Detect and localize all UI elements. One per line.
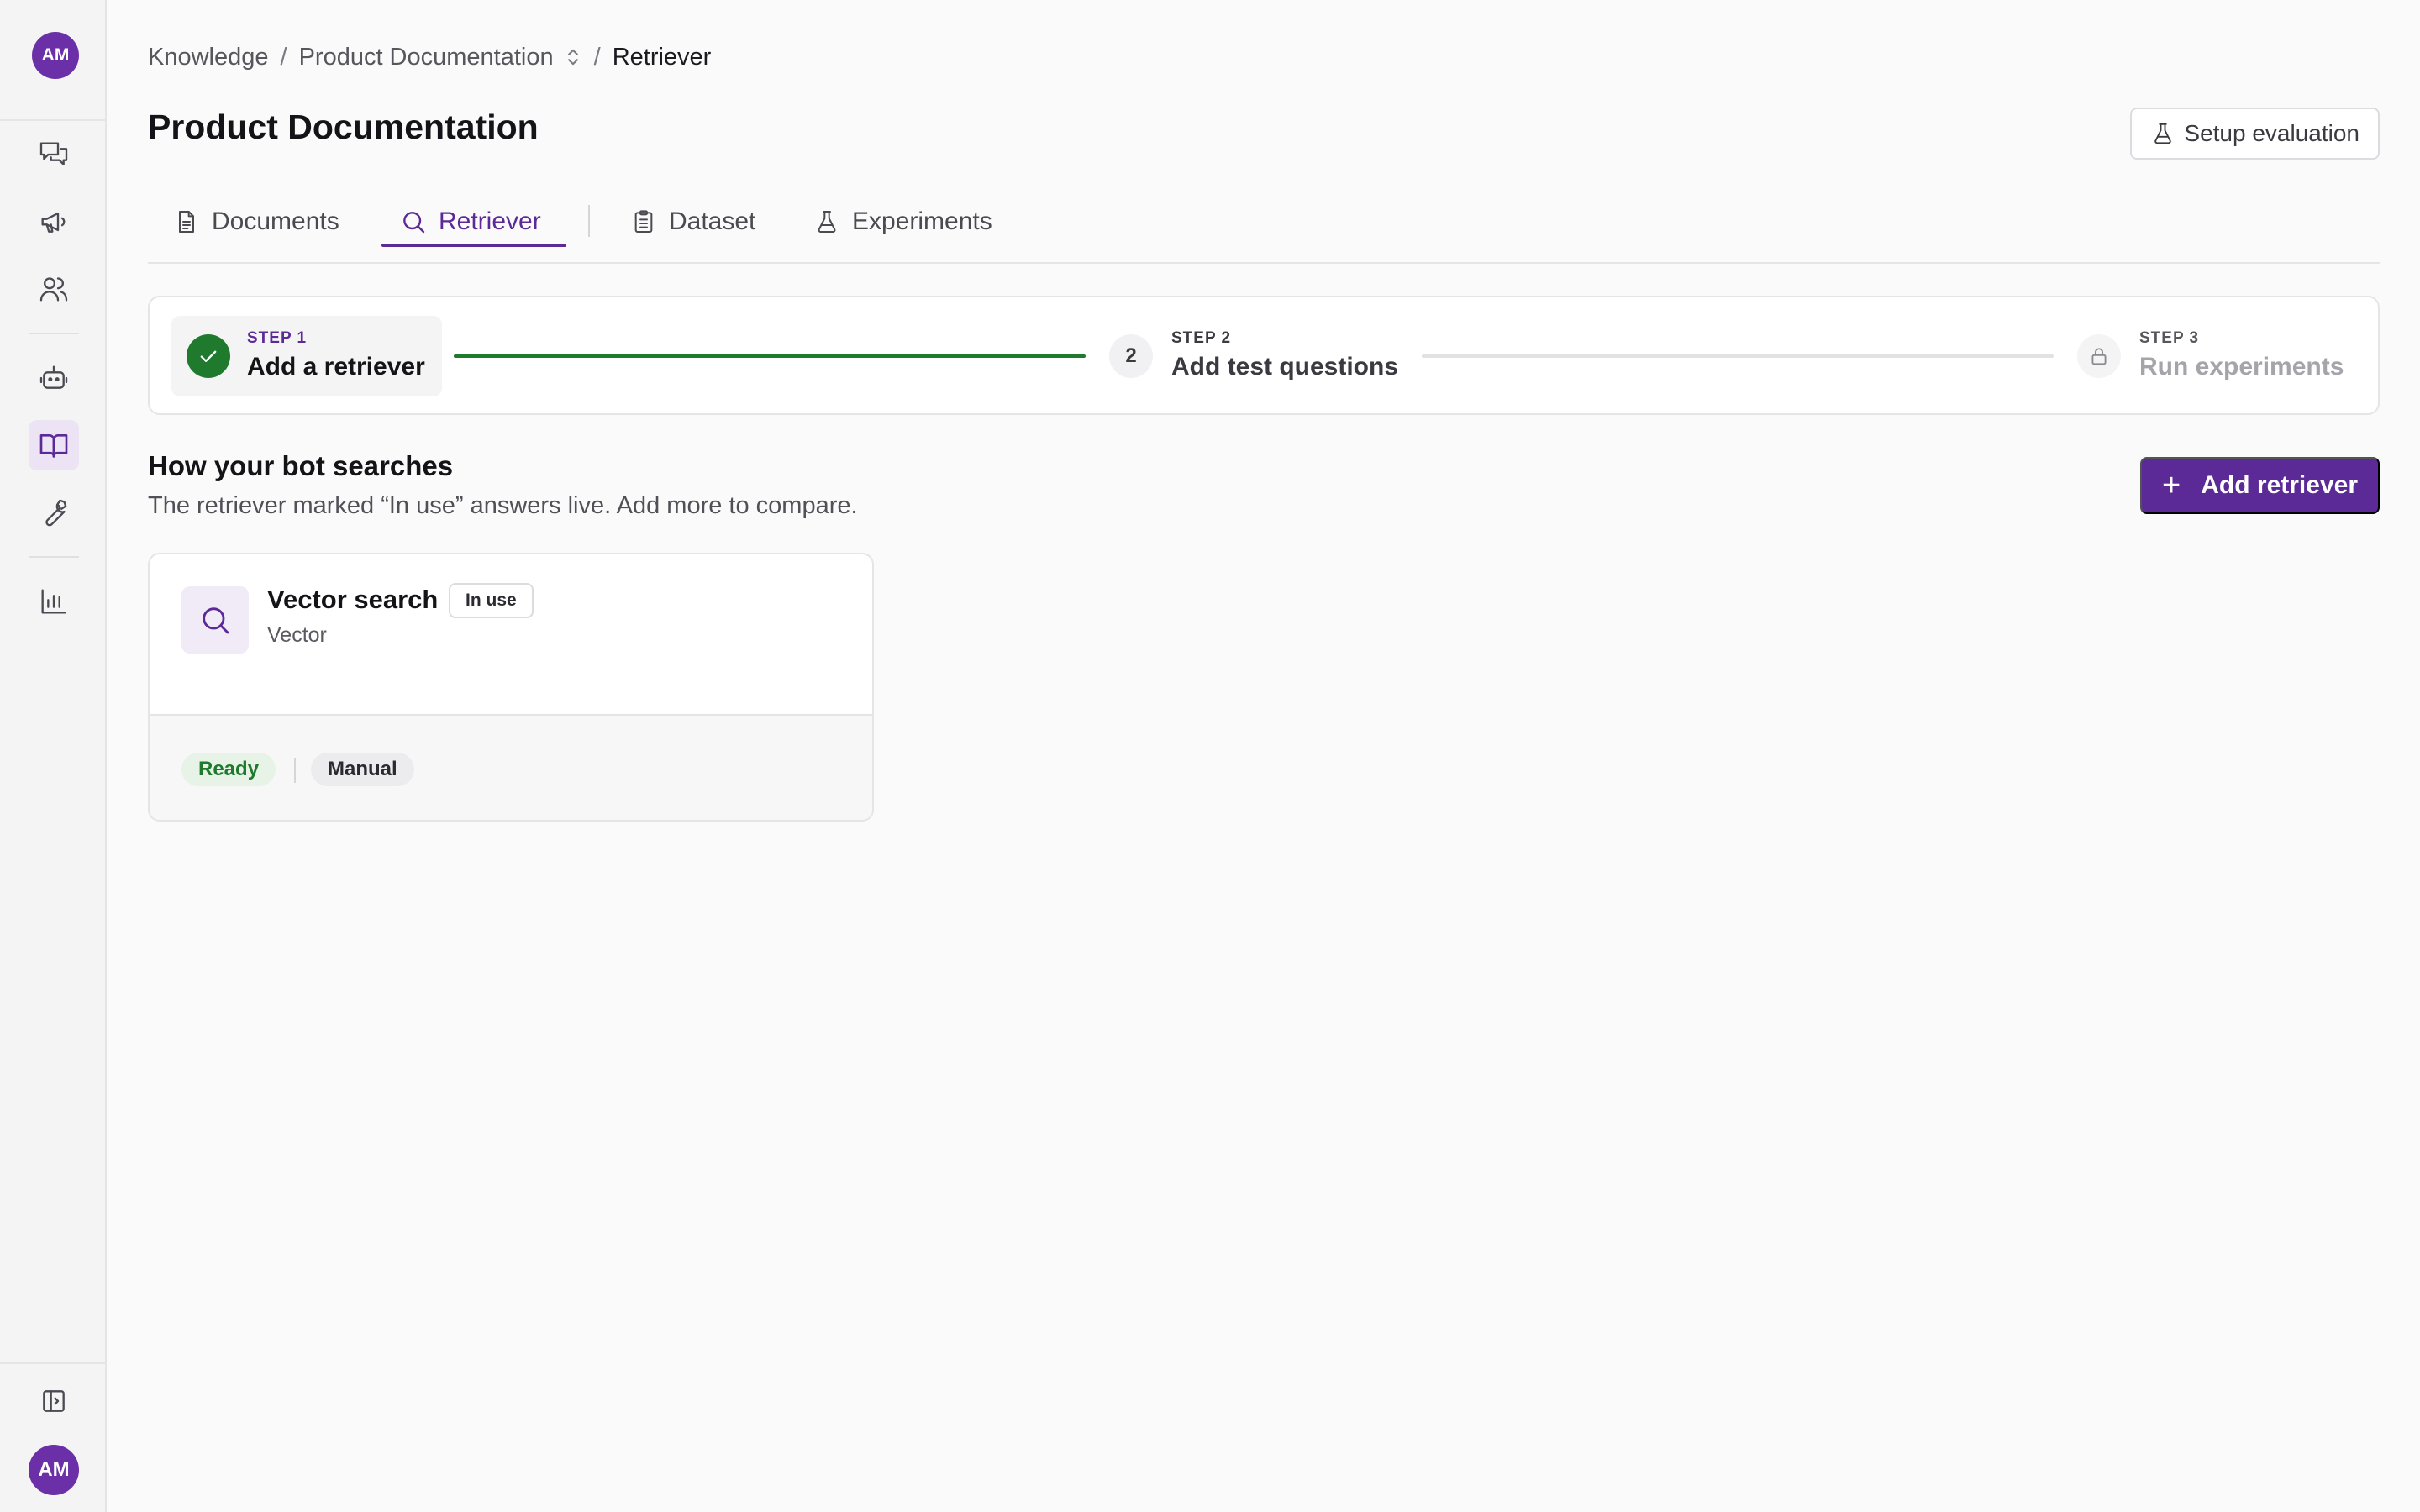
- breadcrumb-separator: /: [280, 43, 287, 71]
- setup-evaluation-label: Setup evaluation: [2184, 120, 2360, 146]
- user-avatar[interactable]: AM: [29, 1445, 79, 1495]
- users-icon: [39, 277, 68, 302]
- status-badge: Ready: [182, 753, 276, 786]
- sidebar-item-contacts[interactable]: [29, 264, 79, 314]
- badge-divider: [294, 758, 296, 783]
- retriever-name: Vector search: [267, 585, 439, 614]
- checkmark-icon: [200, 350, 217, 362]
- plus-icon: +: [2162, 468, 2181, 503]
- add-retriever-label: Add retriever: [2201, 471, 2358, 499]
- retriever-type-icon: [182, 586, 249, 654]
- in-use-badge: In use: [449, 583, 534, 618]
- main-content: Knowledge / Product Documentation / Retr…: [148, 0, 2380, 1512]
- mode-badge: Manual: [311, 753, 414, 786]
- panel-expand-icon: [43, 1390, 65, 1412]
- tab-dataset[interactable]: Dataset: [630, 195, 755, 249]
- active-tab-indicator: [381, 244, 566, 247]
- setup-stepper: STEP 1 Add a retriever 2 STEP 2 Add test…: [148, 296, 2380, 415]
- step-2-kicker: STEP 2: [1171, 329, 1232, 347]
- bar-chart-icon: [41, 589, 66, 614]
- tab-documents[interactable]: Documents: [173, 195, 339, 249]
- step-connector-pending: [1422, 354, 2054, 358]
- chevron-up-down-icon[interactable]: [564, 46, 582, 68]
- sidebar: AM AM: [0, 0, 107, 1512]
- clipboard-icon: [634, 210, 653, 233]
- tab-bar: Documents Retriever Dataset Experiments: [148, 195, 2380, 264]
- retriever-card[interactable]: Vector search In use Vector Ready Manual: [148, 553, 874, 822]
- add-retriever-button[interactable]: + Add retriever: [2140, 457, 2380, 514]
- sidebar-divider: [29, 556, 79, 558]
- setup-evaluation-button[interactable]: Setup evaluation: [2130, 108, 2380, 160]
- tab-label: Experiments: [852, 207, 992, 235]
- tab-experiments[interactable]: Experiments: [813, 195, 992, 249]
- sidebar-collapse-toggle[interactable]: [29, 1376, 79, 1426]
- tab-label: Documents: [212, 207, 339, 235]
- tab-label: Dataset: [669, 207, 756, 235]
- lock-icon: [2091, 348, 2107, 365]
- sidebar-item-knowledge[interactable]: [29, 420, 79, 470]
- step-3-label: Run experiments: [2139, 353, 2344, 381]
- retriever-card-footer: Ready Manual: [150, 714, 872, 820]
- section-subtitle: The retriever marked “In use” answers li…: [148, 492, 858, 519]
- sidebar-item-analytics[interactable]: [29, 576, 79, 627]
- megaphone-icon: [41, 212, 66, 233]
- step-2-label[interactable]: Add test questions: [1171, 353, 1398, 381]
- sidebar-item-conversations[interactable]: [29, 129, 79, 180]
- document-icon: [179, 211, 194, 233]
- sidebar-divider: [29, 333, 79, 334]
- section-title: How your bot searches: [148, 450, 454, 481]
- search-icon: [203, 607, 229, 634]
- breadcrumb-separator: /: [593, 43, 601, 71]
- sidebar-item-tools[interactable]: [29, 487, 79, 538]
- sidebar-separator: [0, 119, 107, 121]
- tab-divider: [588, 205, 590, 237]
- step-connector-complete: [454, 354, 1086, 358]
- workspace-avatar[interactable]: AM: [32, 32, 79, 79]
- tab-label: Retriever: [439, 207, 541, 235]
- wrench-icon: [45, 499, 67, 527]
- breadcrumb-product-documentation[interactable]: Product Documentation: [299, 44, 554, 71]
- breadcrumb-current: Retriever: [612, 43, 712, 71]
- step-3-locked-indicator: [2077, 334, 2121, 378]
- step-2-number: 2: [1109, 334, 1153, 378]
- breadcrumb: Knowledge / Product Documentation / Retr…: [148, 40, 711, 74]
- page-title: Product Documentation: [148, 108, 539, 146]
- tab-retriever[interactable]: Retriever: [400, 195, 541, 249]
- book-open-icon: [39, 434, 68, 458]
- step-1-kicker: STEP 1: [247, 329, 308, 347]
- step-complete-indicator: [187, 334, 230, 378]
- sidebar-item-broadcasts[interactable]: [29, 197, 79, 247]
- bot-icon: [39, 365, 68, 389]
- step-1-label: Add a retriever: [247, 353, 425, 381]
- sidebar-item-bots[interactable]: [29, 353, 79, 403]
- flask-icon: [2154, 123, 2172, 144]
- flask-icon: [818, 211, 836, 233]
- chat-bubbles-icon: [39, 142, 68, 165]
- breadcrumb-knowledge[interactable]: Knowledge: [148, 44, 269, 71]
- retriever-type: Vector: [267, 623, 327, 647]
- step-3-kicker: STEP 3: [2139, 329, 2200, 347]
- search-icon: [403, 212, 425, 234]
- sidebar-separator: [0, 1362, 107, 1364]
